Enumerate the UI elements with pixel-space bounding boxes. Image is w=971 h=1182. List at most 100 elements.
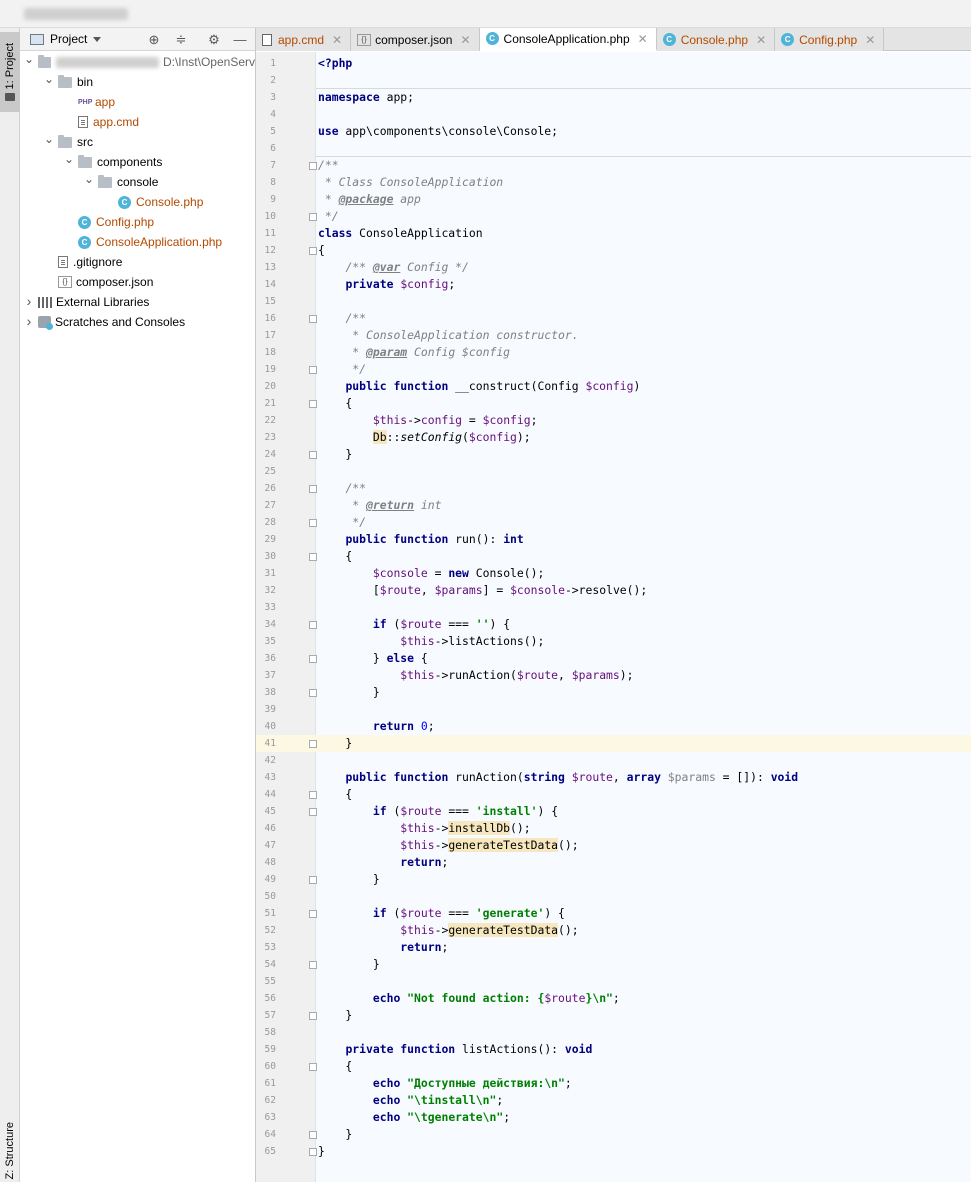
chevron-down-icon[interactable]: ⌄ [84,172,94,186]
fold-marker-icon[interactable] [309,247,317,255]
line-number: 25 [264,466,276,477]
code-line: 8 * Class ConsoleApplication [256,174,971,191]
fold-marker-icon[interactable] [309,876,317,884]
fold-marker-icon[interactable] [309,791,317,799]
tree-node[interactable]: {} composer.json [20,272,255,292]
chevron-right-icon[interactable]: › [24,313,34,329]
code-text: { [318,548,352,565]
editor-tab[interactable]: app.cmd ✕ [256,28,352,51]
line-number: 14 [264,279,276,290]
tree-node[interactable]: .gitignore [20,252,255,272]
code-token: $route [400,804,442,818]
code-token: Config $config [407,345,511,359]
tree-node[interactable]: C ConsoleApplication.php [20,232,255,252]
tree-node[interactable]: ⌄ components [20,152,255,172]
close-icon[interactable]: ✕ [460,33,470,47]
close-icon[interactable]: ✕ [332,33,342,47]
tree-node[interactable]: ⌄ bin [20,72,255,92]
fold-marker-icon[interactable] [309,485,317,493]
code-text: private $config; [318,276,455,293]
code-token: setConfig [400,430,463,444]
tree-node[interactable]: PHP app [20,92,255,112]
editor-tab[interactable]: C Config.php ✕ [775,28,885,51]
fold-marker-icon[interactable] [309,400,317,408]
chevron-right-icon[interactable]: › [24,293,34,309]
tree-node[interactable]: ⌄ console [20,172,255,192]
code-token: $route [400,906,442,920]
fold-marker-icon[interactable] [309,621,317,629]
close-icon[interactable]: ✕ [865,33,875,47]
code-line: 2 [256,72,971,89]
code-token: use [318,124,339,138]
project-view-selector[interactable]: Project [50,32,87,46]
fold-marker-icon[interactable] [309,740,317,748]
code-line: 53 return; [256,939,971,956]
code-token: , [420,583,435,597]
tree-node-label: Console.php [136,195,204,209]
tree-node[interactable]: ⌄ src [20,132,255,152]
gear-icon[interactable]: ⚙ [206,31,222,47]
fold-marker-icon[interactable] [309,366,317,374]
code-token: $config [482,413,531,427]
code-token: Console(); [468,566,545,580]
code-text: } [318,1007,352,1024]
fold-marker-icon[interactable] [309,1148,317,1156]
tree-node[interactable]: app.cmd [20,112,255,132]
code-token: app; [379,90,415,104]
chevron-down-icon[interactable]: ⌄ [64,152,74,166]
line-number: 38 [264,687,276,698]
fold-marker-icon[interactable] [309,910,317,918]
fold-marker-icon[interactable] [309,689,317,697]
code-token: $this [400,634,435,648]
fold-marker-icon[interactable] [309,315,317,323]
fold-marker-icon[interactable] [309,519,317,527]
fold-marker-icon[interactable] [309,553,317,561]
editor-tab[interactable]: {} composer.json ✕ [351,28,480,51]
fold-marker-icon[interactable] [309,162,317,170]
fold-marker-icon[interactable] [309,451,317,459]
close-icon[interactable]: ✕ [756,33,766,47]
fold-marker-icon[interactable] [309,1012,317,1020]
line-number: 10 [264,211,276,222]
tree-node[interactable]: › External Libraries [20,292,255,312]
chevron-down-icon[interactable]: ⌄ [24,52,34,66]
locate-file-icon[interactable]: ⊕ [146,31,162,47]
tree-node[interactable]: ⌄ D:\Inst\OpenServ [20,52,255,72]
code-token: = [462,413,483,427]
tool-tab-project[interactable]: 1: Project [0,32,20,112]
fold-marker-icon[interactable] [309,961,317,969]
fold-marker-icon[interactable] [309,213,317,221]
close-icon[interactable]: ✕ [638,32,648,46]
chevron-down-icon[interactable] [93,36,102,42]
code-token: echo [372,1110,401,1124]
project-view-icon [30,33,44,45]
editor-tab[interactable]: C ConsoleApplication.php ✕ [479,28,657,51]
line-number: 60 [264,1061,276,1072]
tool-tab-structure[interactable]: Z: Structure [0,1120,20,1182]
collapse-all-icon[interactable]: ≑ [173,31,189,47]
hide-panel-icon[interactable]: — [232,31,248,47]
tree-node-label: app.cmd [93,115,140,129]
fold-marker-icon[interactable] [309,1063,317,1071]
text-file-icon [58,256,68,268]
tree-node[interactable]: › Scratches and Consoles [20,312,255,332]
code-token: if [372,804,387,818]
editor-tab[interactable]: C Console.php ✕ [656,28,776,51]
fold-marker-icon[interactable] [309,1131,317,1139]
line-number: 29 [264,534,276,545]
line-number: 45 [264,806,276,817]
code-line: 41 } [256,735,971,752]
line-number: 8 [270,177,276,188]
tree-node[interactable]: C Config.php [20,212,255,232]
line-number: 51 [264,908,276,919]
code-editor[interactable]: 1 <?php 2 3 namespace app; 4 5 use app\componen… [256,52,971,1182]
code-text: } [318,1143,325,1160]
fold-marker-icon[interactable] [309,655,317,663]
tree-node[interactable]: C Console.php [20,192,255,212]
chevron-down-icon[interactable]: ⌄ [44,132,54,146]
code-token: int [503,532,524,546]
chevron-down-icon[interactable]: ⌄ [44,72,54,86]
fold-marker-icon[interactable] [309,808,317,816]
